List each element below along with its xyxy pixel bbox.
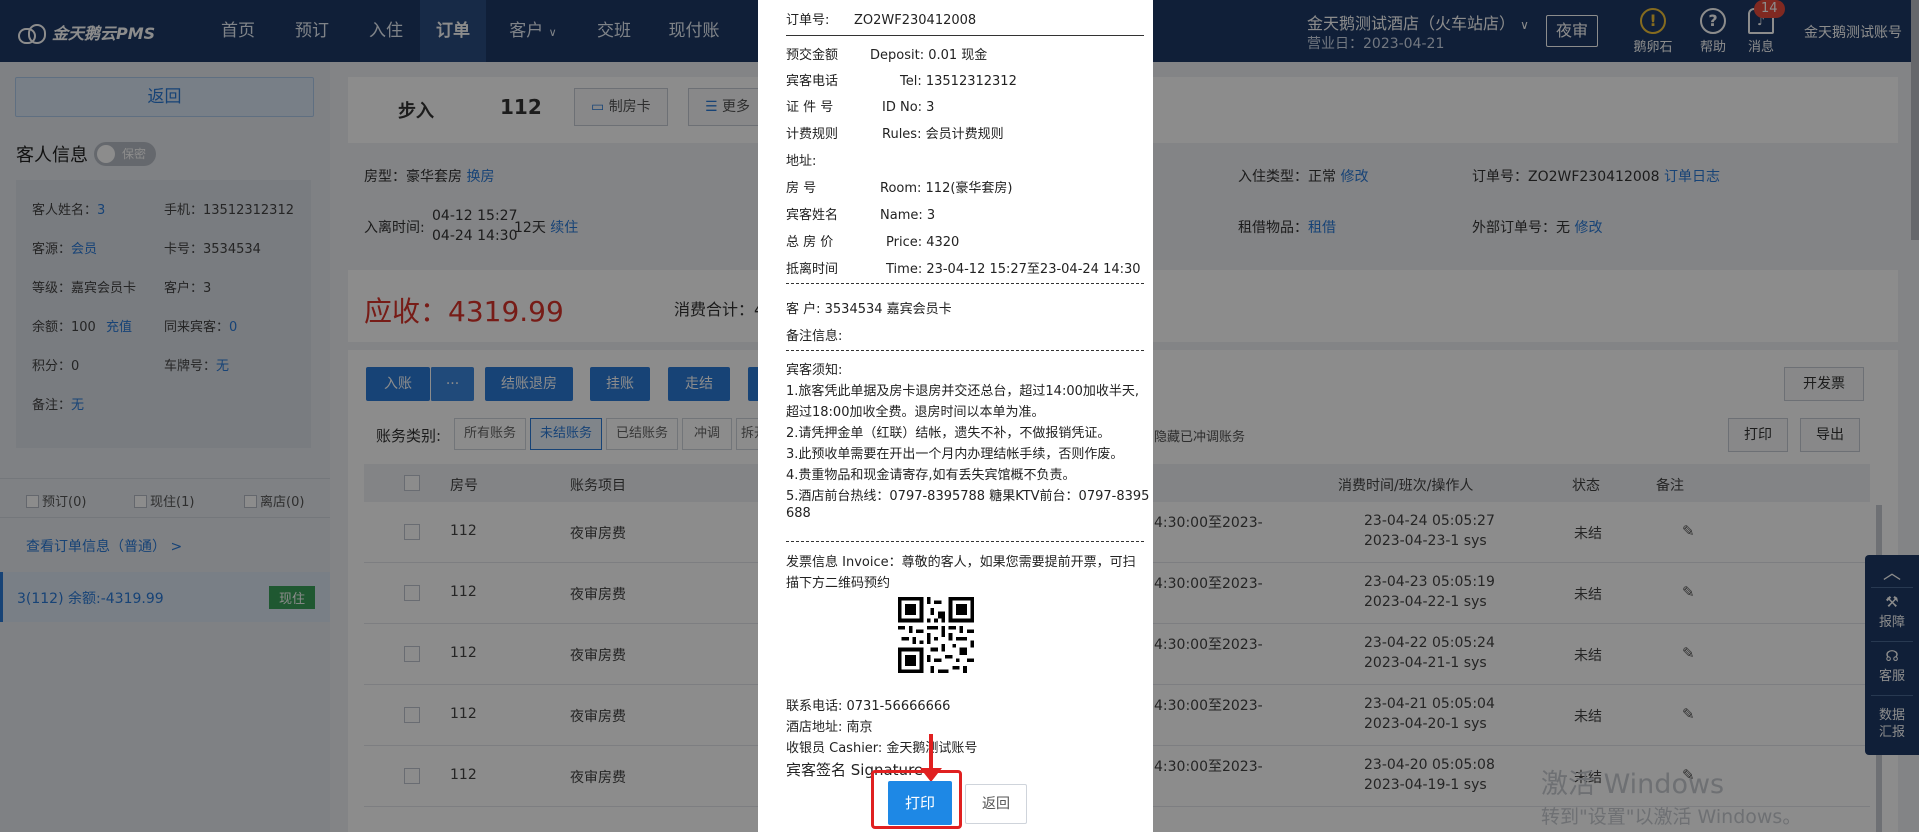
annotation-arrow-icon: [920, 768, 942, 782]
receipt-deposit: 预交金额 Deposit: 0.01 现金: [786, 44, 987, 63]
receipt-label: 宾客姓名: [786, 208, 839, 223]
receipt-value: Name: 3: [880, 208, 936, 223]
receipt-id: 证 件 号 ID No: 3: [786, 96, 934, 115]
receipt-divider: [786, 283, 1144, 284]
receipt-invoice-line: 发票信息 Invoice：尊敬的客人，如果您需要提前开票，可扫: [786, 555, 1136, 570]
receipt-notice-line: 4.贵重物品和现金请寄存,如有丢失宾馆概不负责。: [786, 468, 1076, 483]
receipt-price: 总 房 价 Price: 4320: [786, 231, 959, 250]
receipt-customer: 客 户: 3534534 嘉宾会员卡: [786, 302, 952, 317]
receipt-label: 证 件 号: [786, 100, 834, 115]
receipt-label: 抵离时间: [786, 262, 839, 277]
receipt-notice-line: 3.此预收单需要在开出一个月内办理结帐手续，否则作废。: [786, 447, 1124, 462]
receipt-divider: [786, 35, 1144, 36]
receipt-notice-title: 宾客须知:: [786, 363, 843, 378]
receipt-dialog: 订单号: ZO2WF230412008 预交金额 Deposit: 0.01 现金 …: [758, 0, 1153, 832]
return-button[interactable]: 返回: [965, 784, 1027, 824]
receipt-cashier: 收银员 Cashier: 金天鹅测试账号: [786, 741, 978, 756]
receipt-label: 宾客电话: [786, 74, 839, 89]
receipt-name: 宾客姓名 Name: 3: [786, 204, 935, 223]
receipt-order-label: 订单号:: [786, 13, 830, 28]
receipt-label: 计费规则: [786, 127, 839, 142]
receipt-label: 房 号: [786, 181, 817, 196]
receipt-value: Time: 23-04-12 15:27至23-04-24 14:30: [886, 262, 1141, 277]
receipt-label: 总 房 价: [786, 235, 834, 250]
receipt-tel: 宾客电话 Tel: 13512312312: [786, 70, 1017, 89]
receipt-notice-line: 688: [786, 506, 811, 521]
receipt-order: 订单号: ZO2WF230412008: [786, 9, 976, 28]
receipt-value: Tel: 13512312312: [900, 74, 1017, 89]
receipt-notice-line: 超过18:00加收全费。退房时间以本单为准。: [786, 405, 1045, 420]
receipt-value: ID No: 3: [882, 100, 935, 115]
receipt-order-value: ZO2WF230412008: [854, 13, 977, 28]
receipt-divider: [786, 541, 1144, 542]
receipt-label: 预交金额: [786, 48, 839, 63]
receipt-value: Rules: 会员计费规则: [882, 127, 1004, 142]
receipt-value: Price: 4320: [886, 235, 960, 250]
receipt-rules: 计费规则 Rules: 会员计费规则: [786, 123, 1004, 142]
receipt-room: 房 号 Room: 112(豪华套房): [786, 177, 1013, 196]
print-receipt-button[interactable]: 打印: [888, 781, 952, 825]
receipt-value: Room: 112(豪华套房): [880, 181, 1013, 196]
receipt-contact: 联系电话: 0731-56666666: [786, 699, 951, 714]
receipt-address: 地址:: [786, 154, 817, 169]
receipt-time: 抵离时间 Time: 23-04-12 15:27至23-04-24 14:30: [786, 258, 1141, 277]
receipt-value: Deposit: 0.01 现金: [870, 48, 988, 63]
receipt-notice-line: 5.酒店前台热线：0797-8395788 糖果KTV前台：0797-8395: [786, 489, 1150, 504]
receipt-notice-line: 2.请凭押金单（红联）结帐，遗失不补，不做报销凭证。: [786, 426, 1111, 441]
receipt-remark: 备注信息:: [786, 329, 843, 344]
receipt-notice-line: 1.旅客凭此单据及房卡退房并交还总台，超过14:00加收半天,: [786, 384, 1139, 399]
receipt-divider: [786, 350, 1144, 351]
qr-code-image: [898, 597, 974, 673]
receipt-hotel-address: 酒店地址: 南京: [786, 720, 873, 735]
receipt-invoice-line: 描下方二维码预约: [786, 576, 891, 591]
